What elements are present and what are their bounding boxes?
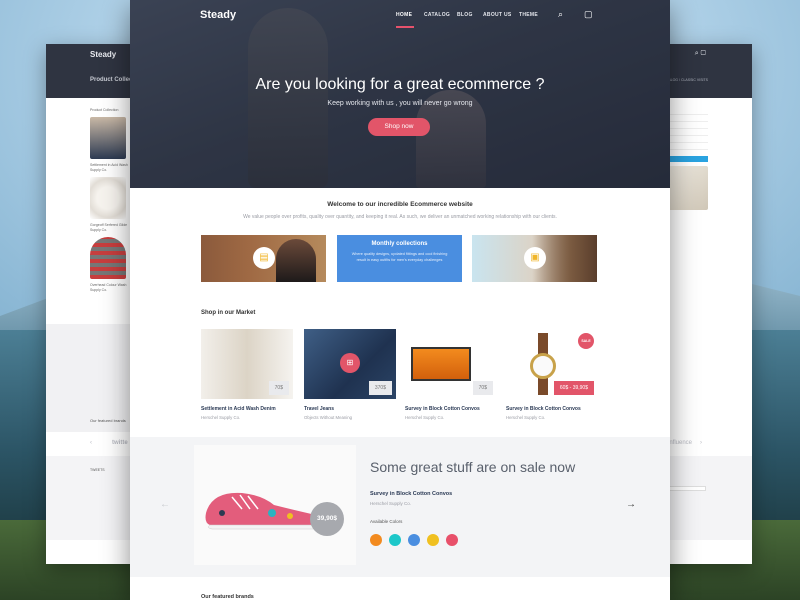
feature-card-beard[interactable]: ▣ [472, 235, 597, 282]
divider [668, 121, 708, 122]
product-image[interactable]: 70$ [405, 329, 497, 399]
back-brand-right[interactable]: influence [668, 440, 692, 446]
color-swatch-orange[interactable] [370, 534, 382, 546]
chevron-right-icon[interactable]: › [700, 440, 702, 446]
nav-home[interactable]: HOME [396, 12, 412, 18]
hero-subtitle: Keep working with us , you will never go… [327, 100, 473, 107]
product-image[interactable]: 70$ [201, 329, 293, 399]
available-colors-label: Available Colors [370, 519, 403, 524]
market-section-title: Shop in our Market [201, 310, 256, 316]
shop-now-button[interactable]: Shop now [368, 118, 430, 136]
back-product-brand: Supply Co. [90, 168, 108, 172]
nav-active-indicator [396, 26, 414, 28]
back-sidebar [668, 108, 708, 214]
divider [668, 128, 708, 129]
color-swatch-blue[interactable] [408, 534, 420, 546]
radio-photo [411, 347, 471, 381]
product-card[interactable]: 70$ Survey in Block Cotton Convos Hersch… [405, 329, 497, 420]
back-list-label: Product Collection [90, 108, 119, 112]
watch-face-photo [530, 353, 556, 379]
nav-catalog[interactable]: CATALOG [424, 12, 450, 18]
product-brand: Herschel Supply Co. [201, 415, 241, 420]
back-product-brand: Supply Co. [90, 228, 108, 232]
price-tag: 70$ [268, 381, 289, 395]
sale-product-name[interactable]: Survey in Block Cotton Convos [370, 491, 452, 497]
divider [668, 149, 708, 150]
divider [668, 114, 708, 115]
price-tag: 60$ - 39,90$ [553, 381, 594, 395]
sneaker-image[interactable] [202, 483, 322, 531]
back-product-image[interactable] [90, 177, 126, 219]
back-header-icons[interactable]: ⌕ ▢ [695, 50, 706, 58]
product-image[interactable]: SALE 60$ - 39,90$ [506, 329, 598, 399]
back-brand-left[interactable]: twitte [112, 440, 128, 446]
product-card[interactable]: 70$ Settlement in Acid Wash Denim Hersch… [201, 329, 293, 420]
nav-theme[interactable]: THEME [519, 12, 538, 18]
feature-title: Monthly collections [371, 241, 428, 247]
color-swatch-teal[interactable] [389, 534, 401, 546]
back-product-preview [46, 324, 130, 432]
chevron-left-icon[interactable]: ‹ [90, 440, 92, 446]
back-product-list: Product Collection Settlement in Acid Wa… [90, 108, 130, 293]
back-product-brand: Supply Co. [90, 288, 108, 292]
product-image[interactable]: ⊞ 370$ [304, 329, 396, 399]
back-brands-label: Our featured brands [90, 418, 126, 423]
color-swatch-yellow[interactable] [427, 534, 439, 546]
feature-card-monthly[interactable]: Monthly collections Where quality design… [337, 235, 462, 282]
calendar-icon: ▤ [253, 247, 275, 269]
product-name[interactable]: Travel Jeans [304, 406, 396, 412]
welcome-text: We value people over profits, quality ov… [243, 214, 557, 220]
back-product-image[interactable] [90, 237, 126, 279]
feature-card-lifestyle[interactable]: ▤ [201, 235, 326, 282]
featured-brands-title: Our featured brands [201, 594, 254, 600]
hero-title: Are you looking for a great ecommerce ? [255, 76, 545, 93]
back-newsletter-input[interactable] [666, 486, 706, 491]
product-card[interactable]: SALE 60$ - 39,90$ Survey in Block Cotton… [506, 329, 598, 420]
arrow-left-icon[interactable]: ← [160, 499, 170, 510]
product-card[interactable]: ⊞ 370$ Travel Jeans Objects Without Mean… [304, 329, 396, 420]
feature-woman-photo [276, 239, 316, 282]
back-logo[interactable]: Steady [90, 50, 116, 59]
product-name[interactable]: Settlement in Acid Wash Denim [201, 406, 293, 412]
sale-price-badge: 39,90$ [310, 502, 344, 536]
front-page-mockup: Steady HOME CATALOG BLOG ABOUT US THEME … [130, 0, 670, 600]
back-add-button[interactable] [668, 156, 708, 162]
cart-icon[interactable]: ⊞ [340, 353, 360, 373]
shopping-bag-icon[interactable]: ▢ [584, 9, 593, 20]
product-brand: Objects Without Meaning [304, 415, 353, 420]
hero-banner: Steady HOME CATALOG BLOG ABOUT US THEME … [130, 0, 670, 188]
product-name[interactable]: Survey in Block Cotton Convos [405, 406, 497, 412]
back-product-image[interactable] [90, 117, 126, 159]
sale-carousel: ← 39,90$ Some great stuff are on sale no… [130, 437, 670, 577]
bag-icon: ▣ [524, 247, 546, 269]
search-icon[interactable]: ⌕ [558, 9, 563, 20]
price-tag: 70$ [472, 381, 493, 395]
color-swatch-pink[interactable] [446, 534, 458, 546]
sale-product-brand: Herschel Supply Co. [370, 501, 412, 506]
nav-blog[interactable]: BLOG [457, 12, 473, 18]
feature-text: Where quality designs, updated fittings … [351, 252, 448, 262]
back-sidebar-image[interactable] [668, 166, 708, 210]
divider [668, 142, 708, 143]
product-brand: Herschel Supply Co. [506, 415, 546, 420]
main-nav: Steady HOME CATALOG BLOG ABOUT US THEME … [130, 0, 670, 30]
product-name[interactable]: Survey in Block Cotton Convos [506, 406, 598, 412]
product-brand: Herschel Supply Co. [405, 415, 445, 420]
back-footer-label: TWEETS [90, 468, 105, 472]
price-tag: 370$ [368, 381, 392, 395]
welcome-title: Welcome to our incredible Ecommerce webs… [327, 201, 473, 208]
sale-badge: SALE [578, 333, 594, 349]
arrow-right-icon[interactable]: → [626, 499, 636, 510]
nav-about-us[interactable]: ABOUT US [483, 12, 512, 18]
divider [668, 135, 708, 136]
site-logo[interactable]: Steady [200, 9, 236, 21]
sale-title: Some great stuff are on sale now [370, 459, 576, 475]
